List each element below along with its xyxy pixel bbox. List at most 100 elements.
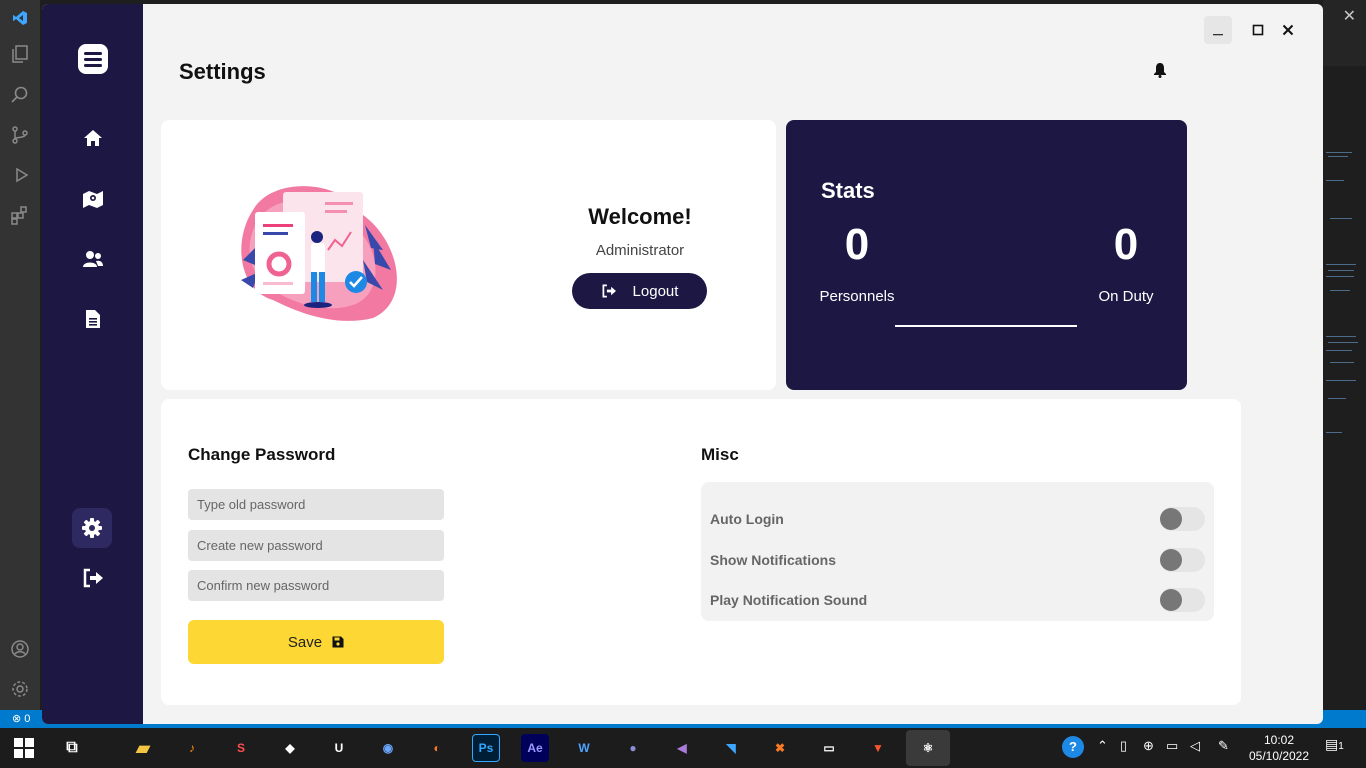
photoshop-icon[interactable]: Ps xyxy=(472,734,500,762)
xampp-icon[interactable]: ✖ xyxy=(766,734,794,762)
stats-divider xyxy=(895,325,1077,327)
save-label: Save xyxy=(287,633,323,651)
option-show-notifications: Show Notifications xyxy=(710,548,1205,572)
toggle-knob xyxy=(1160,549,1182,571)
help-icon[interactable]: ? xyxy=(1062,736,1084,758)
source-control-icon[interactable] xyxy=(8,123,32,147)
app-logo[interactable] xyxy=(78,44,108,74)
windows-taskbar: ⧉ ▰ ♪ S ◆ U ◉ ◐ Ps Ae W ● ◀ ◥ ✖ ▭ ▼ ⚛ ? … xyxy=(0,728,1366,768)
device-icon[interactable]: ▯ xyxy=(1120,738,1127,754)
unreal-icon[interactable]: U xyxy=(325,734,353,762)
stats-card: Stats 0 Personnels 0 On Duty xyxy=(786,120,1187,390)
misc-options: Auto Login Show Notifications Play Notif… xyxy=(701,482,1214,621)
close-icon xyxy=(1282,24,1294,36)
close-button[interactable] xyxy=(1274,16,1302,44)
fl-studio-icon[interactable]: ♪ xyxy=(178,734,206,762)
sidebar-item-reports[interactable] xyxy=(72,299,114,339)
logout-icon xyxy=(83,568,103,588)
auto-login-toggle[interactable] xyxy=(1160,507,1205,531)
stats-title: Stats xyxy=(821,178,875,203)
cinema4d-icon[interactable]: ◉ xyxy=(374,734,402,762)
sidebar-item-map[interactable] xyxy=(72,179,114,219)
task-view-icon[interactable]: ⧉ xyxy=(58,734,86,762)
logout-label: Logout xyxy=(632,282,679,300)
menu-icon xyxy=(84,52,102,67)
notification-icon[interactable]: ▤1 xyxy=(1325,736,1344,753)
logout-button[interactable]: Logout xyxy=(572,273,707,309)
toggle-knob xyxy=(1160,508,1182,530)
battery-icon[interactable]: ▭ xyxy=(1166,738,1178,754)
app-icon-w[interactable]: W xyxy=(570,734,598,762)
electron-app-icon[interactable]: ⚛ xyxy=(906,730,950,766)
new-password-input[interactable] xyxy=(188,530,444,561)
start-button[interactable] xyxy=(14,738,34,758)
on-duty-label: On Duty xyxy=(1098,288,1154,305)
on-duty-count: 0 xyxy=(1113,220,1139,269)
vscode-activity-bar xyxy=(0,0,40,710)
maximize-button[interactable] xyxy=(1244,16,1272,44)
extensions-icon[interactable] xyxy=(8,203,32,227)
after-effects-icon[interactable]: Ae xyxy=(521,734,549,762)
terminal-icon[interactable]: ▭ xyxy=(815,734,843,762)
unity-icon[interactable]: ◆ xyxy=(276,734,304,762)
brave-icon[interactable]: ▼ xyxy=(864,734,892,762)
sublime-icon[interactable]: S xyxy=(227,734,255,762)
user-role: Administrator xyxy=(595,242,685,259)
clock-date: 05/10/2022 xyxy=(1248,749,1310,763)
maximize-icon xyxy=(1252,24,1264,36)
document-icon xyxy=(86,310,100,328)
volume-icon[interactable]: ◁ xyxy=(1190,738,1200,754)
sidebar-item-settings[interactable] xyxy=(72,508,112,548)
bell-icon xyxy=(1154,63,1166,78)
gear-icon xyxy=(82,518,102,538)
minimize-icon xyxy=(1213,34,1223,36)
personnels-label: Personnels xyxy=(819,288,895,305)
clock-time: 10:02 xyxy=(1263,733,1295,747)
vscode-taskbar-icon[interactable]: ◥ xyxy=(717,734,745,762)
file-explorer-icon[interactable]: ▰ xyxy=(129,734,157,762)
confirm-password-input[interactable] xyxy=(188,570,444,601)
old-password-input[interactable] xyxy=(188,489,444,520)
settings-card: Change Password Save Misc Auto Login Sho… xyxy=(161,399,1241,705)
vscode-close-icon[interactable]: ✕ xyxy=(1343,6,1356,26)
vscode-minimap xyxy=(1324,140,1358,440)
show-notifications-toggle[interactable] xyxy=(1160,548,1205,572)
logout-icon xyxy=(602,284,616,298)
home-icon xyxy=(84,130,102,146)
notification-count: 1 xyxy=(1338,741,1344,752)
sidebar-item-personnel[interactable] xyxy=(72,239,114,279)
search-icon[interactable] xyxy=(8,83,32,107)
eclipse-icon[interactable]: ● xyxy=(619,734,647,762)
error-count-value: 0 xyxy=(24,713,31,725)
toggle-knob xyxy=(1160,589,1182,611)
blender-icon[interactable]: ◐ xyxy=(423,734,451,762)
app-window: Settings Welcome! Administrator Logout S… xyxy=(42,4,1323,724)
minimize-button[interactable] xyxy=(1204,16,1232,44)
error-count[interactable]: ⊗ 0 xyxy=(12,712,30,725)
pen-icon[interactable]: ✎ xyxy=(1218,738,1229,754)
save-button[interactable]: Save xyxy=(188,620,444,664)
welcome-card: Welcome! Administrator Logout xyxy=(161,120,776,390)
welcome-title: Welcome! xyxy=(588,204,692,229)
page-title: Settings xyxy=(179,59,266,84)
floppy-disk-icon xyxy=(332,636,344,648)
visual-studio-icon[interactable]: ◀ xyxy=(668,734,696,762)
option-label: Auto Login xyxy=(710,511,784,527)
system-clock[interactable]: 10:02 05/10/2022 xyxy=(1244,732,1314,764)
manage-gear-icon[interactable] xyxy=(8,677,32,701)
notifications-button[interactable] xyxy=(1153,62,1167,83)
vscode-titlebar-edge: ✕ xyxy=(1323,0,1366,66)
users-icon xyxy=(83,251,103,267)
accounts-icon[interactable] xyxy=(8,637,32,661)
misc-title: Misc xyxy=(701,445,739,464)
sidebar-item-home[interactable] xyxy=(72,118,114,158)
chevron-up-icon[interactable]: ⌃ xyxy=(1097,738,1108,754)
explorer-icon[interactable] xyxy=(8,42,32,66)
sidebar-item-logout[interactable] xyxy=(72,558,114,598)
network-icon[interactable]: ⊕ xyxy=(1143,738,1154,754)
run-debug-icon[interactable] xyxy=(8,163,32,187)
option-auto-login: Auto Login xyxy=(710,507,1205,531)
play-sound-toggle[interactable] xyxy=(1160,588,1205,612)
option-play-notification-sound: Play Notification Sound xyxy=(710,588,1205,612)
map-icon xyxy=(83,191,103,208)
